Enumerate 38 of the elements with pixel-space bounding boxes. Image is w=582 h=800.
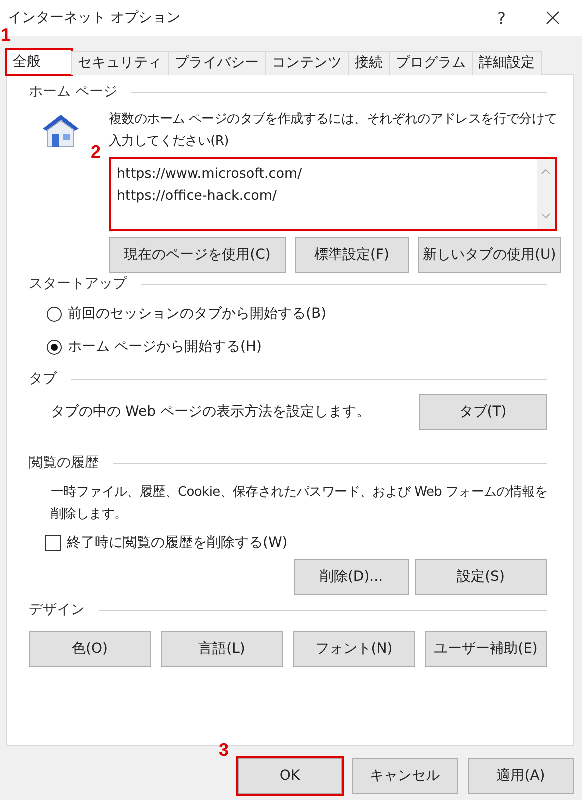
checkbox-label[interactable]: 終了時に閲覧の履歴を削除する(W): [67, 534, 288, 552]
window-title: インターネット オプション: [8, 9, 182, 27]
dialog-button[interactable]: 言語(L): [161, 631, 283, 667]
dialog-button[interactable]: 削除(D)...: [294, 559, 409, 595]
radio-button[interactable]: [47, 340, 62, 354]
dialog-button[interactable]: タブ(T): [419, 394, 547, 430]
tab[interactable]: プログラム: [389, 51, 473, 75]
callout-number: 1: [1, 26, 12, 44]
tab[interactable]: 接続: [348, 51, 390, 75]
dialog-button[interactable]: ユーザー補助(E): [425, 631, 547, 667]
close-icon[interactable]: [546, 11, 560, 25]
section-heading: タブ: [29, 370, 57, 388]
dialog-button[interactable]: 現在のページを使用(C): [109, 237, 286, 273]
callout-number: 2: [91, 143, 102, 161]
instruction-text: 複数のホーム ページのタブを作成するには、それぞれのアドレスを行で分けて入力してください(R): [109, 111, 558, 151]
radio-label[interactable]: ホーム ページから開始する(H): [68, 338, 262, 356]
tab[interactable]: 詳細設定: [472, 51, 542, 75]
section-heading: スタートアップ: [29, 275, 127, 293]
description-text: タブの中の Web ページの表示方法を設定します。: [51, 403, 370, 421]
help-button[interactable]: ?: [498, 8, 506, 28]
section-heading: ホーム ページ: [29, 83, 118, 101]
callout-number: 3: [219, 741, 230, 759]
dialog-button[interactable]: 標準設定(F): [295, 237, 409, 273]
section-heading: デザイン: [29, 601, 85, 619]
description-text: 一時ファイル、履歴、Cookie、保存されたパスワード、および Web フォームの情報を削除します。: [51, 484, 549, 524]
tab[interactable]: コンテンツ: [265, 51, 349, 75]
dialog-button[interactable]: キャンセル: [352, 758, 458, 794]
radio-label[interactable]: 前回のセッションのタブから開始する(B): [68, 305, 327, 323]
dialog-button[interactable]: フォント(N): [293, 631, 415, 667]
dialog-button[interactable]: 設定(S): [415, 559, 547, 595]
tab[interactable]: プライバシー: [168, 51, 266, 75]
dialog-button[interactable]: 新しいタブの使用(U): [418, 237, 562, 273]
radio-button[interactable]: [47, 306, 62, 322]
dialog-button[interactable]: 色(O): [29, 631, 151, 667]
checkbox[interactable]: [45, 535, 61, 551]
dialog-button[interactable]: 適用(A): [468, 758, 574, 794]
tab[interactable]: セキュリティ: [71, 51, 169, 75]
section-heading: 閲覧の履歴: [29, 454, 99, 472]
